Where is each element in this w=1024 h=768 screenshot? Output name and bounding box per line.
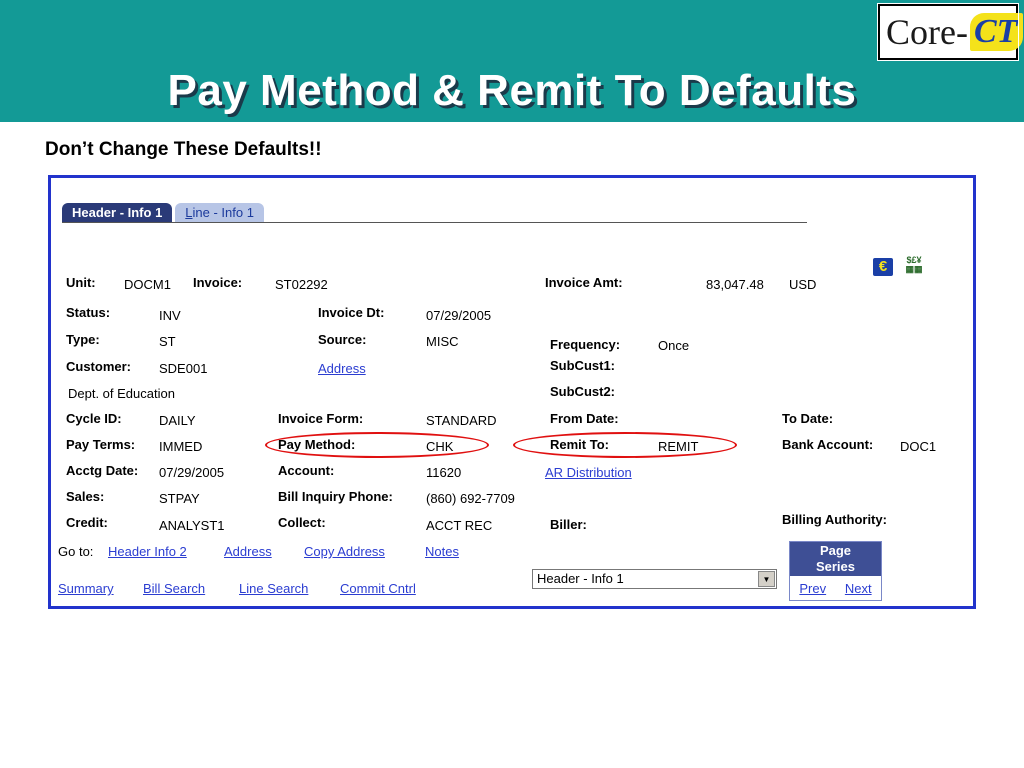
tab-line-info-1[interactable]: Line - Info 1 [175,203,264,223]
pay-terms-label: Pay Terms: [66,437,136,452]
account-label: Account: [278,463,335,478]
tab-divider [62,222,807,223]
goto-label: Go to: [58,544,94,559]
account-value: 11620 [426,465,462,480]
unit-value: DOCM1 [124,277,171,292]
cycle-id-label: Cycle ID: [66,411,122,426]
tab-line-label: ine - Info 1 [192,205,254,220]
cycle-id-value: DAILY [159,413,196,428]
page-select[interactable]: Header - Info 1 ▼ [532,569,777,589]
customer-label: Customer: [66,359,132,374]
to-date-label: To Date: [782,411,834,426]
pay-method-highlight-circle [265,432,489,458]
page-series-box: Page Series Prev Next [789,541,882,601]
source-value: MISC [426,334,459,349]
invoice-amt-value: 83,047.48 [706,277,764,292]
bill-search-link[interactable]: Bill Search [143,581,205,596]
ar-distribution-link[interactable]: AR Distribution [545,465,632,480]
currency-grid: ▦▦ [905,264,923,274]
source-label: Source: [318,332,367,347]
customer-value: SDE001 [159,361,208,376]
status-value: INV [159,308,181,323]
frequency-value: Once [658,338,690,353]
prev-link[interactable]: Prev [799,581,826,596]
collect-value: ACCT REC [426,518,493,533]
tab-line-accesskey: L [185,205,193,220]
subcust2-label: SubCust2: [550,384,615,399]
biller-label: Biller: [550,517,587,532]
chevron-down-icon[interactable]: ▼ [758,571,775,587]
logo-ct-text: CT [969,13,1024,51]
page-series-nav: Prev Next [790,576,881,600]
credit-label: Credit: [66,515,108,530]
bill-inquiry-phone-value: (860) 692-7709 [426,491,515,506]
invoice-dt-label: Invoice Dt: [318,305,385,320]
invoice-form-label: Invoice Form: [278,411,364,426]
page-select-value: Header - Info 1 [537,571,624,586]
credit-value: ANALYST1 [159,518,225,533]
goto-header-info-2-link[interactable]: Header Info 2 [108,544,187,559]
acctg-date-value: 07/29/2005 [159,465,225,480]
slide-title: Pay Method & Remit To Defaults [167,66,857,115]
status-label: Status: [66,305,111,320]
bank-account-label: Bank Account: [782,437,874,452]
invoice-label: Invoice: [193,275,243,290]
unit-label: Unit: [66,275,96,290]
invoice-form-value: STANDARD [426,413,497,428]
subcust1-label: SubCust1: [550,358,615,373]
core-ct-logo: Core- CT [877,3,1024,61]
bank-account-value: DOC1 [900,439,937,454]
invoice-amt-label: Invoice Amt: [545,275,623,290]
remit-to-highlight-circle [513,432,737,458]
invoice-value: ST02292 [275,277,328,292]
sales-value: STPAY [159,491,200,506]
tab-header-info-1[interactable]: Header - Info 1 [62,203,173,223]
currency-converter-icon[interactable]: $£¥ ▦▦ [903,256,925,276]
sales-label: Sales: [66,489,105,504]
page-series-title-line1: Page [819,543,852,558]
collect-label: Collect: [278,515,326,530]
frequency-label: Frequency: [550,337,621,352]
commit-cntrl-link[interactable]: Commit Cntrl [340,581,416,596]
currency-value: USD [789,277,817,292]
acctg-date-label: Acctg Date: [66,463,139,478]
bill-inquiry-phone-label: Bill Inquiry Phone: [278,489,393,504]
type-value: ST [159,334,176,349]
invoice-dt-value: 07/29/2005 [426,308,492,323]
app-window: Header - Info 1 Line - Info 1 € $£¥ ▦▦ U… [48,175,976,609]
billing-authority-label: Billing Authority: [782,512,887,527]
next-link[interactable]: Next [845,581,872,596]
logo-core-text: Core- [886,12,968,52]
slide-subtitle: Don’t Change These Defaults!! [45,139,322,160]
goto-notes-link[interactable]: Notes [425,544,459,559]
pay-terms-value: IMMED [159,439,203,454]
line-search-link[interactable]: Line Search [239,581,308,596]
page-series-title-line2: Series [815,559,856,574]
goto-copy-address-link[interactable]: Copy Address [304,544,385,559]
department-name: Dept. of Education [68,386,175,401]
euro-icon[interactable]: € [873,258,893,276]
tab-bar: Header - Info 1 Line - Info 1 [62,203,267,223]
goto-address-link[interactable]: Address [224,544,272,559]
from-date-label: From Date: [550,411,619,426]
page-series-title: Page Series [790,542,881,576]
summary-link[interactable]: Summary [58,581,114,596]
type-label: Type: [66,332,100,347]
address-link[interactable]: Address [318,361,366,376]
